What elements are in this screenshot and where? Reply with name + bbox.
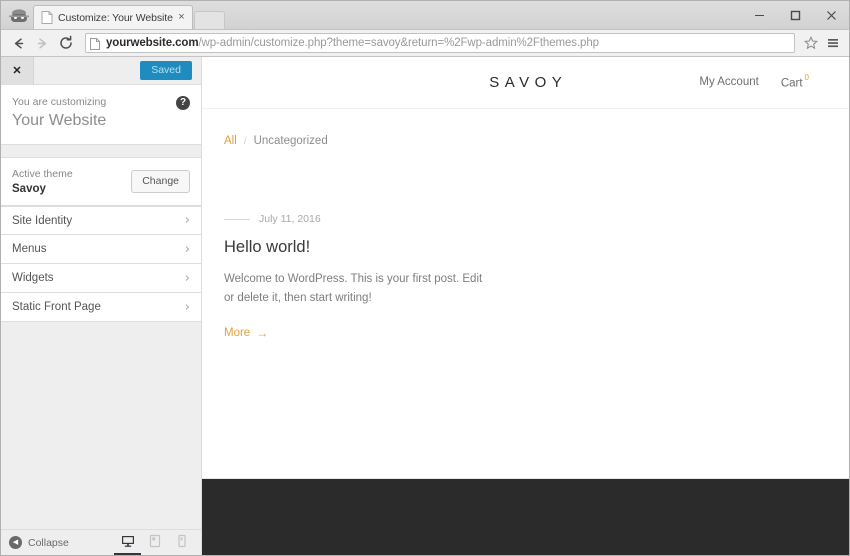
- post-dash-decoration: [224, 218, 250, 220]
- page-viewport: ✕ Saved You are customizing Your Website…: [1, 57, 849, 555]
- change-theme-button[interactable]: Change: [131, 169, 190, 194]
- post-date: July 11, 2016: [259, 213, 321, 225]
- section-label: Widgets: [12, 272, 54, 285]
- post-title[interactable]: Hello world!: [224, 238, 849, 258]
- site-title: Your Website: [12, 111, 107, 129]
- post-more-link[interactable]: More →: [224, 327, 268, 339]
- customizer-close-button[interactable]: ✕: [1, 57, 34, 85]
- chrome-logo-icon: [5, 5, 33, 29]
- address-bar[interactable]: yourwebsite.com/wp-admin/customize.php?t…: [85, 33, 795, 53]
- chevron-right-icon: ›: [184, 270, 190, 286]
- page-info-icon: [90, 37, 100, 50]
- forward-button[interactable]: [31, 32, 53, 54]
- customizer-panel-title: You are customizing Your Website ?: [1, 85, 201, 146]
- filter-uncategorized[interactable]: Uncategorized: [254, 135, 328, 147]
- cart-label: Cart: [780, 77, 803, 90]
- address-domain: yourwebsite.com: [106, 37, 199, 49]
- help-icon[interactable]: ?: [176, 96, 190, 110]
- device-preview-switcher: [114, 530, 195, 556]
- tab-close-icon[interactable]: ×: [175, 11, 188, 24]
- maximize-button[interactable]: [777, 1, 813, 30]
- sidebar-item-menus[interactable]: Menus ›: [1, 235, 201, 265]
- customizing-eyebrow: You are customizing: [12, 96, 107, 108]
- tab-favicon-icon: [41, 11, 53, 24]
- customizer-footer: ◀ Collapse: [1, 529, 201, 555]
- chevron-right-icon: ›: [184, 299, 190, 315]
- post-meta: July 11, 2016: [224, 213, 849, 225]
- post-item: July 11, 2016 Hello world! Welcome to Wo…: [224, 213, 849, 341]
- save-button[interactable]: Saved: [140, 61, 192, 80]
- site-header: SAVOY My Account Cart 0: [202, 57, 849, 109]
- sidebar-filler: [1, 322, 201, 529]
- device-mobile-button[interactable]: [168, 530, 195, 556]
- browser-tab[interactable]: Customize: Your Website - ×: [33, 5, 193, 29]
- active-theme-label: Active theme: [12, 168, 73, 181]
- arrow-right-icon: →: [256, 325, 269, 340]
- active-theme-info: Active theme Savoy: [12, 167, 131, 195]
- customizer-sidebar: ✕ Saved You are customizing Your Website…: [1, 57, 202, 555]
- filter-separator: /: [243, 135, 247, 147]
- address-bar-text: yourwebsite.com/wp-admin/customize.php?t…: [106, 37, 599, 49]
- browser-toolbar: yourwebsite.com/wp-admin/customize.php?t…: [1, 30, 849, 57]
- active-theme-row: Active theme Savoy Change: [1, 157, 201, 207]
- cart-count-badge: 0: [804, 73, 809, 83]
- device-desktop-button[interactable]: [114, 530, 141, 555]
- device-tablet-button[interactable]: [141, 530, 168, 556]
- address-path: /wp-admin/customize.php?theme=savoy&retu…: [198, 37, 599, 49]
- sidebar-item-site-identity[interactable]: Site Identity ›: [1, 206, 201, 236]
- preview-content: All / Uncategorized July 11, 2016 Hello …: [202, 109, 849, 478]
- category-filters: All / Uncategorized: [224, 135, 849, 147]
- collapse-button[interactable]: ◀ Collapse: [9, 536, 114, 549]
- customizer-header: ✕ Saved: [1, 57, 201, 85]
- new-tab-button[interactable]: [194, 11, 225, 29]
- browser-menu-icon[interactable]: [823, 32, 843, 54]
- site-navigation: My Account Cart 0: [699, 73, 809, 91]
- sidebar-item-static-front-page[interactable]: Static Front Page ›: [1, 293, 201, 323]
- tab-title: Customize: Your Website -: [58, 11, 175, 24]
- section-label: Site Identity: [12, 214, 73, 227]
- close-button[interactable]: [813, 1, 849, 30]
- back-button[interactable]: [7, 32, 29, 54]
- sidebar-item-widgets[interactable]: Widgets ›: [1, 264, 201, 294]
- minimize-button[interactable]: [741, 1, 777, 30]
- chevron-right-icon: ›: [184, 213, 190, 229]
- active-theme-name: Savoy: [12, 183, 46, 196]
- section-label: Menus: [12, 243, 47, 256]
- collapse-label: Collapse: [28, 536, 69, 549]
- reload-button[interactable]: [55, 32, 77, 54]
- section-label: Static Front Page: [12, 301, 101, 314]
- nav-link-my-account[interactable]: My Account: [699, 76, 758, 88]
- browser-titlebar: Customize: Your Website - ×: [1, 1, 849, 30]
- site-footer: [202, 478, 849, 555]
- window-controls: [741, 1, 849, 30]
- collapse-arrow-icon: ◀: [9, 536, 22, 549]
- theme-preview: SAVOY My Account Cart 0 All / Uncategoriz…: [202, 57, 849, 555]
- nav-link-cart[interactable]: Cart 0: [781, 73, 809, 91]
- chevron-right-icon: ›: [184, 241, 190, 257]
- bookmark-star-icon[interactable]: [801, 32, 821, 54]
- more-label: More: [224, 326, 251, 339]
- customizer-sections: Site Identity › Menus › Widgets › Static…: [1, 206, 201, 323]
- filter-all[interactable]: All: [224, 135, 237, 147]
- sidebar-gap: [1, 145, 201, 158]
- tabstrip: Customize: Your Website - ×: [33, 0, 225, 29]
- browser-window: Customize: Your Website - × yourwebsite.…: [0, 0, 850, 556]
- post-excerpt: Welcome to WordPress. This is your first…: [224, 272, 483, 304]
